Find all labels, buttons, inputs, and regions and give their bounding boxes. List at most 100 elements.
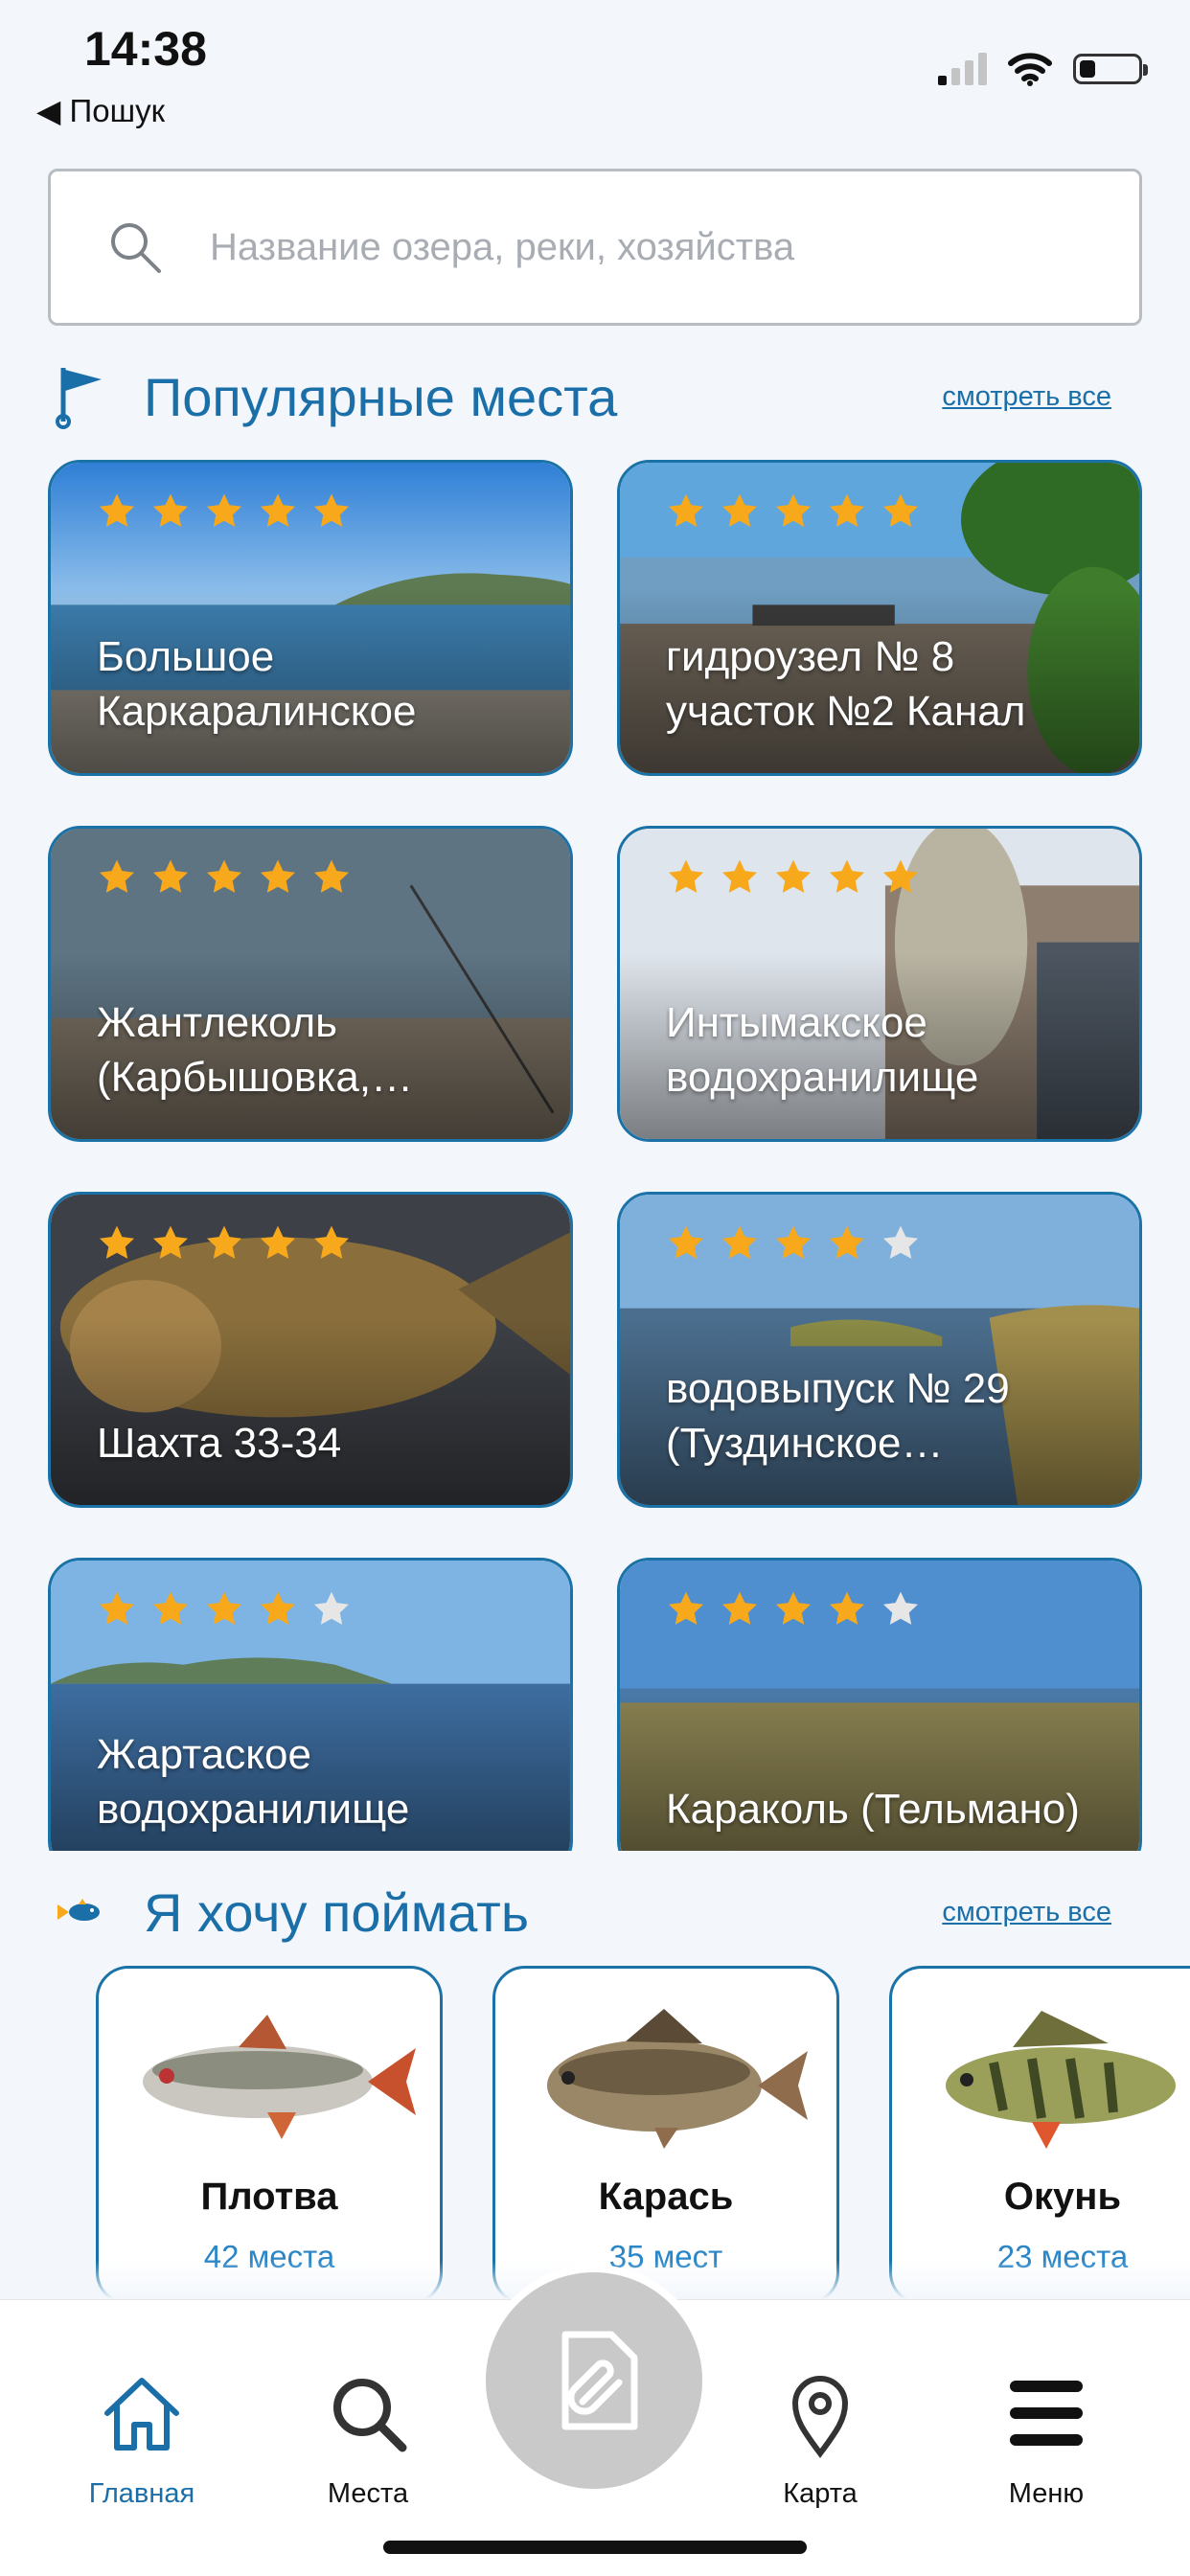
star-icon: [882, 493, 919, 527]
star-icon: [775, 493, 812, 527]
fish-carousel[interactable]: Плотва 42 места Карась 35 мест Окунь 23 …: [96, 1966, 1190, 2311]
rating-stars: [97, 857, 352, 898]
star-icon: [313, 1225, 350, 1259]
nav-home[interactable]: Главная: [46, 2367, 238, 2510]
star-icon: [882, 859, 919, 893]
star-empty-icon: [313, 1591, 350, 1625]
home-icon: [104, 2378, 179, 2451]
star-icon: [99, 493, 135, 527]
nav-places[interactable]: Места: [272, 2367, 464, 2510]
rating-stars: [97, 1589, 352, 1630]
star-icon: [260, 859, 296, 893]
fish-card[interactable]: Плотва 42 места: [96, 1966, 443, 2305]
fish-card[interactable]: Окунь 23 места: [889, 1966, 1190, 2305]
star-icon: [775, 1225, 812, 1259]
star-icon: [99, 1225, 135, 1259]
search-icon: [333, 2379, 407, 2452]
star-icon: [721, 859, 758, 893]
star-icon: [206, 1225, 242, 1259]
popular-see-all-link[interactable]: смотреть все: [942, 381, 1111, 413]
star-icon: [206, 493, 242, 527]
star-icon: [721, 1225, 758, 1259]
status-icons: [938, 50, 1148, 88]
flag-icon: [56, 368, 102, 429]
menu-icon: [1010, 2381, 1083, 2446]
star-icon: [313, 859, 350, 893]
nav-map[interactable]: Карта: [724, 2367, 916, 2510]
nav-places-label: Места: [327, 2478, 409, 2509]
star-empty-icon: [882, 1225, 919, 1259]
fish-name: Плотва: [200, 2176, 338, 2218]
wifi-icon: [1008, 53, 1052, 86]
cellular-signal-icon: [938, 53, 987, 85]
star-icon: [206, 859, 242, 893]
place-card[interactable]: водовыпуск № 29 (Туздинское водохранилищ…: [617, 1192, 1142, 1508]
star-icon: [829, 1591, 865, 1625]
nav-map-label: Карта: [783, 2478, 858, 2509]
home-indicator: [383, 2541, 807, 2554]
star-icon: [775, 859, 812, 893]
place-name: Жантлеколь (Карбышовка, Караганда): [97, 999, 372, 1101]
search-input[interactable]: [208, 224, 1074, 270]
nav-menu[interactable]: Меню: [950, 2367, 1142, 2510]
star-icon: [668, 1591, 704, 1625]
place-card[interactable]: Жартаское водохранилище: [48, 1558, 573, 1851]
star-icon: [668, 1225, 704, 1259]
fish-name: Карась: [598, 2176, 734, 2218]
place-card[interactable]: Большое Каркаралинское: [48, 460, 573, 776]
star-icon: [721, 1591, 758, 1625]
want-to-catch-header: Я хочу поймать смотреть все: [48, 1874, 1111, 1950]
nav-menu-label: Меню: [1008, 2478, 1085, 2509]
star-icon: [99, 1591, 135, 1625]
map-pin-icon: [791, 2376, 849, 2459]
place-card[interactable]: Жантлеколь (Карбышовка, Караганда): [48, 826, 573, 1142]
star-icon: [206, 1591, 242, 1625]
center-action-button[interactable]: [478, 2265, 710, 2496]
star-icon: [152, 493, 189, 527]
star-icon: [260, 1225, 296, 1259]
card-shade: [51, 1318, 570, 1505]
star-empty-icon: [882, 1591, 919, 1625]
place-card[interactable]: Шахта 33-34: [48, 1192, 573, 1508]
rating-stars: [666, 857, 921, 898]
place-name: Жартаское водохранилище: [97, 1731, 410, 1833]
star-icon: [152, 859, 189, 893]
fish-card[interactable]: Карась 35 мест: [492, 1966, 839, 2305]
status-time: 14:38: [84, 22, 207, 76]
catch-see-all-link[interactable]: смотреть все: [942, 1897, 1111, 1928]
want-to-catch-title: Я хочу поймать: [144, 1882, 530, 1943]
star-icon: [721, 493, 758, 527]
popular-places-title: Популярные места: [144, 367, 618, 427]
crucian-fish-image: [547, 2009, 808, 2149]
popular-places-header: Популярные места смотреть все: [48, 358, 1111, 435]
star-icon: [829, 859, 865, 893]
star-icon: [668, 493, 704, 527]
star-icon: [152, 1591, 189, 1625]
rating-stars: [97, 491, 352, 532]
place-name: гидроузел № 8 участок №2 Канал: [666, 633, 1026, 735]
place-name: Шахта 33-34: [97, 1420, 342, 1467]
search-bar[interactable]: [48, 169, 1142, 326]
fish-name: Окунь: [1003, 2176, 1122, 2218]
back-to-search-link[interactable]: ◀ Пошук: [36, 92, 165, 129]
place-name: Большое Каркаралинское: [97, 633, 417, 735]
star-icon: [99, 859, 135, 893]
perch-fish-image: [946, 2011, 1176, 2149]
document-clip-icon: [561, 2331, 638, 2430]
fish-icon: [57, 1899, 100, 1921]
place-name: водовыпуск № 29 (Туздинское водохранилищ…: [666, 1365, 1010, 1467]
rating-stars: [97, 1223, 352, 1264]
place-name: Интымакское водохранилище: [666, 999, 979, 1101]
battery-icon: [1073, 54, 1148, 84]
place-card[interactable]: Караколь (Тельмано): [617, 1558, 1142, 1851]
star-icon: [313, 493, 350, 527]
star-icon: [260, 493, 296, 527]
rating-stars: [666, 1589, 921, 1630]
search-icon: [111, 223, 161, 273]
star-icon: [775, 1591, 812, 1625]
star-icon: [829, 493, 865, 527]
place-card[interactable]: Интымакское водохранилище: [617, 826, 1142, 1142]
place-card[interactable]: гидроузел № 8 участок №2 Канал: [617, 460, 1142, 776]
rating-stars: [666, 491, 921, 532]
place-name: Караколь (Тельмано): [666, 1786, 1080, 1833]
